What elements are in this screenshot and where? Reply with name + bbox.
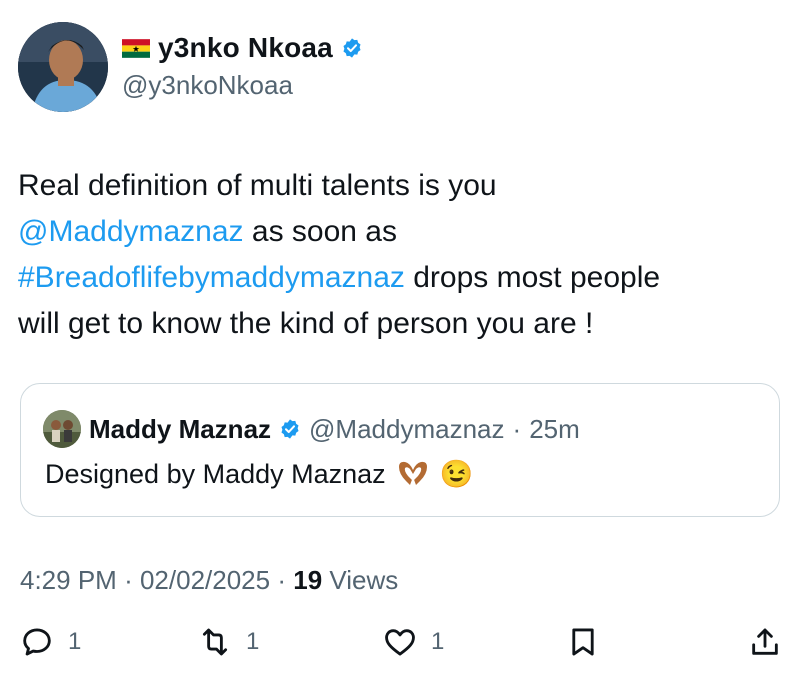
author-display-name[interactable]: y3nko Nkoaa <box>158 32 333 64</box>
bookmark-button[interactable] <box>566 625 600 659</box>
quoted-author-name[interactable]: Maddy Maznaz <box>89 414 271 445</box>
author-avatar[interactable] <box>18 22 108 112</box>
share-icon <box>752 628 778 655</box>
tweet-date[interactable]: 02/02/2025 <box>140 565 270 595</box>
like-icon <box>385 629 415 656</box>
verified-badge-icon <box>343 38 361 58</box>
mention-link[interactable]: @Maddymaznaz <box>18 215 244 248</box>
retweet-icon <box>202 628 228 656</box>
meta-separator: · <box>124 565 133 595</box>
author-handle[interactable]: @y3nkoNkoaa <box>122 70 293 101</box>
tweet-meta: 4:29 PM · 02/02/2025 · 19 Views <box>20 565 398 596</box>
hashtag-link[interactable]: #Breadoflifebymaddymaznaz <box>18 261 405 294</box>
tweet-text-fragment: as soon as <box>243 215 397 248</box>
quoted-author-avatar[interactable] <box>43 410 81 448</box>
meta-separator: · <box>277 565 287 595</box>
heart-hands-icon <box>398 461 427 485</box>
views-label: Views <box>329 565 399 595</box>
retweet-count: 1 <box>246 628 260 655</box>
tweet-text-fragment: drops most people <box>404 261 661 294</box>
share-button[interactable] <box>748 625 782 659</box>
quoted-tweet-text: Designed by Maddy Maznaz 😉 <box>45 458 473 490</box>
quoted-tweet-header: Maddy Maznaz @Maddymaznaz · 25m <box>43 410 580 448</box>
tweet-time[interactable]: 4:29 PM <box>20 565 117 595</box>
retweet-button[interactable]: 1 <box>198 625 259 659</box>
tweet-text-line-3: #Breadoflifebymaddymaznaz drops most peo… <box>18 255 778 301</box>
views-count: 19 <box>293 565 323 595</box>
bookmark-icon <box>572 628 594 656</box>
reply-button[interactable]: 1 <box>20 625 81 659</box>
quoted-tweet-time[interactable]: 25m <box>529 414 580 445</box>
action-bar: 1 1 1 <box>0 615 800 675</box>
reply-count: 1 <box>68 628 82 655</box>
wink-emoji-icon: 😉 <box>439 459 474 489</box>
quoted-author-avatar-image <box>43 410 81 448</box>
tweet-text-line-2: @Maddymaznaz as soon as <box>18 209 778 255</box>
author-avatar-image <box>18 22 108 112</box>
like-count: 1 <box>431 628 445 655</box>
tweet-text: Real definition of multi talents is you … <box>18 163 778 347</box>
ghana-flag-icon <box>122 38 150 58</box>
reply-icon <box>23 628 51 656</box>
author-name-row: y3nko Nkoaa <box>122 32 363 64</box>
tweet-text-line-1: Real definition of multi talents is you <box>18 169 497 202</box>
quoted-author-handle[interactable]: @Maddymaznaz <box>309 414 504 445</box>
verified-badge-icon <box>281 419 299 439</box>
tweet-text-line-4: will get to know the kind of person you … <box>18 307 594 340</box>
meta-separator: · <box>512 413 522 444</box>
like-button[interactable]: 1 <box>383 625 444 659</box>
quoted-tweet-text-content: Designed by Maddy Maznaz <box>45 458 386 489</box>
tweet-header: y3nko Nkoaa @y3nkoNkoaa <box>18 22 778 114</box>
quoted-tweet-card[interactable]: Maddy Maznaz @Maddymaznaz · 25m Designed… <box>20 383 780 517</box>
